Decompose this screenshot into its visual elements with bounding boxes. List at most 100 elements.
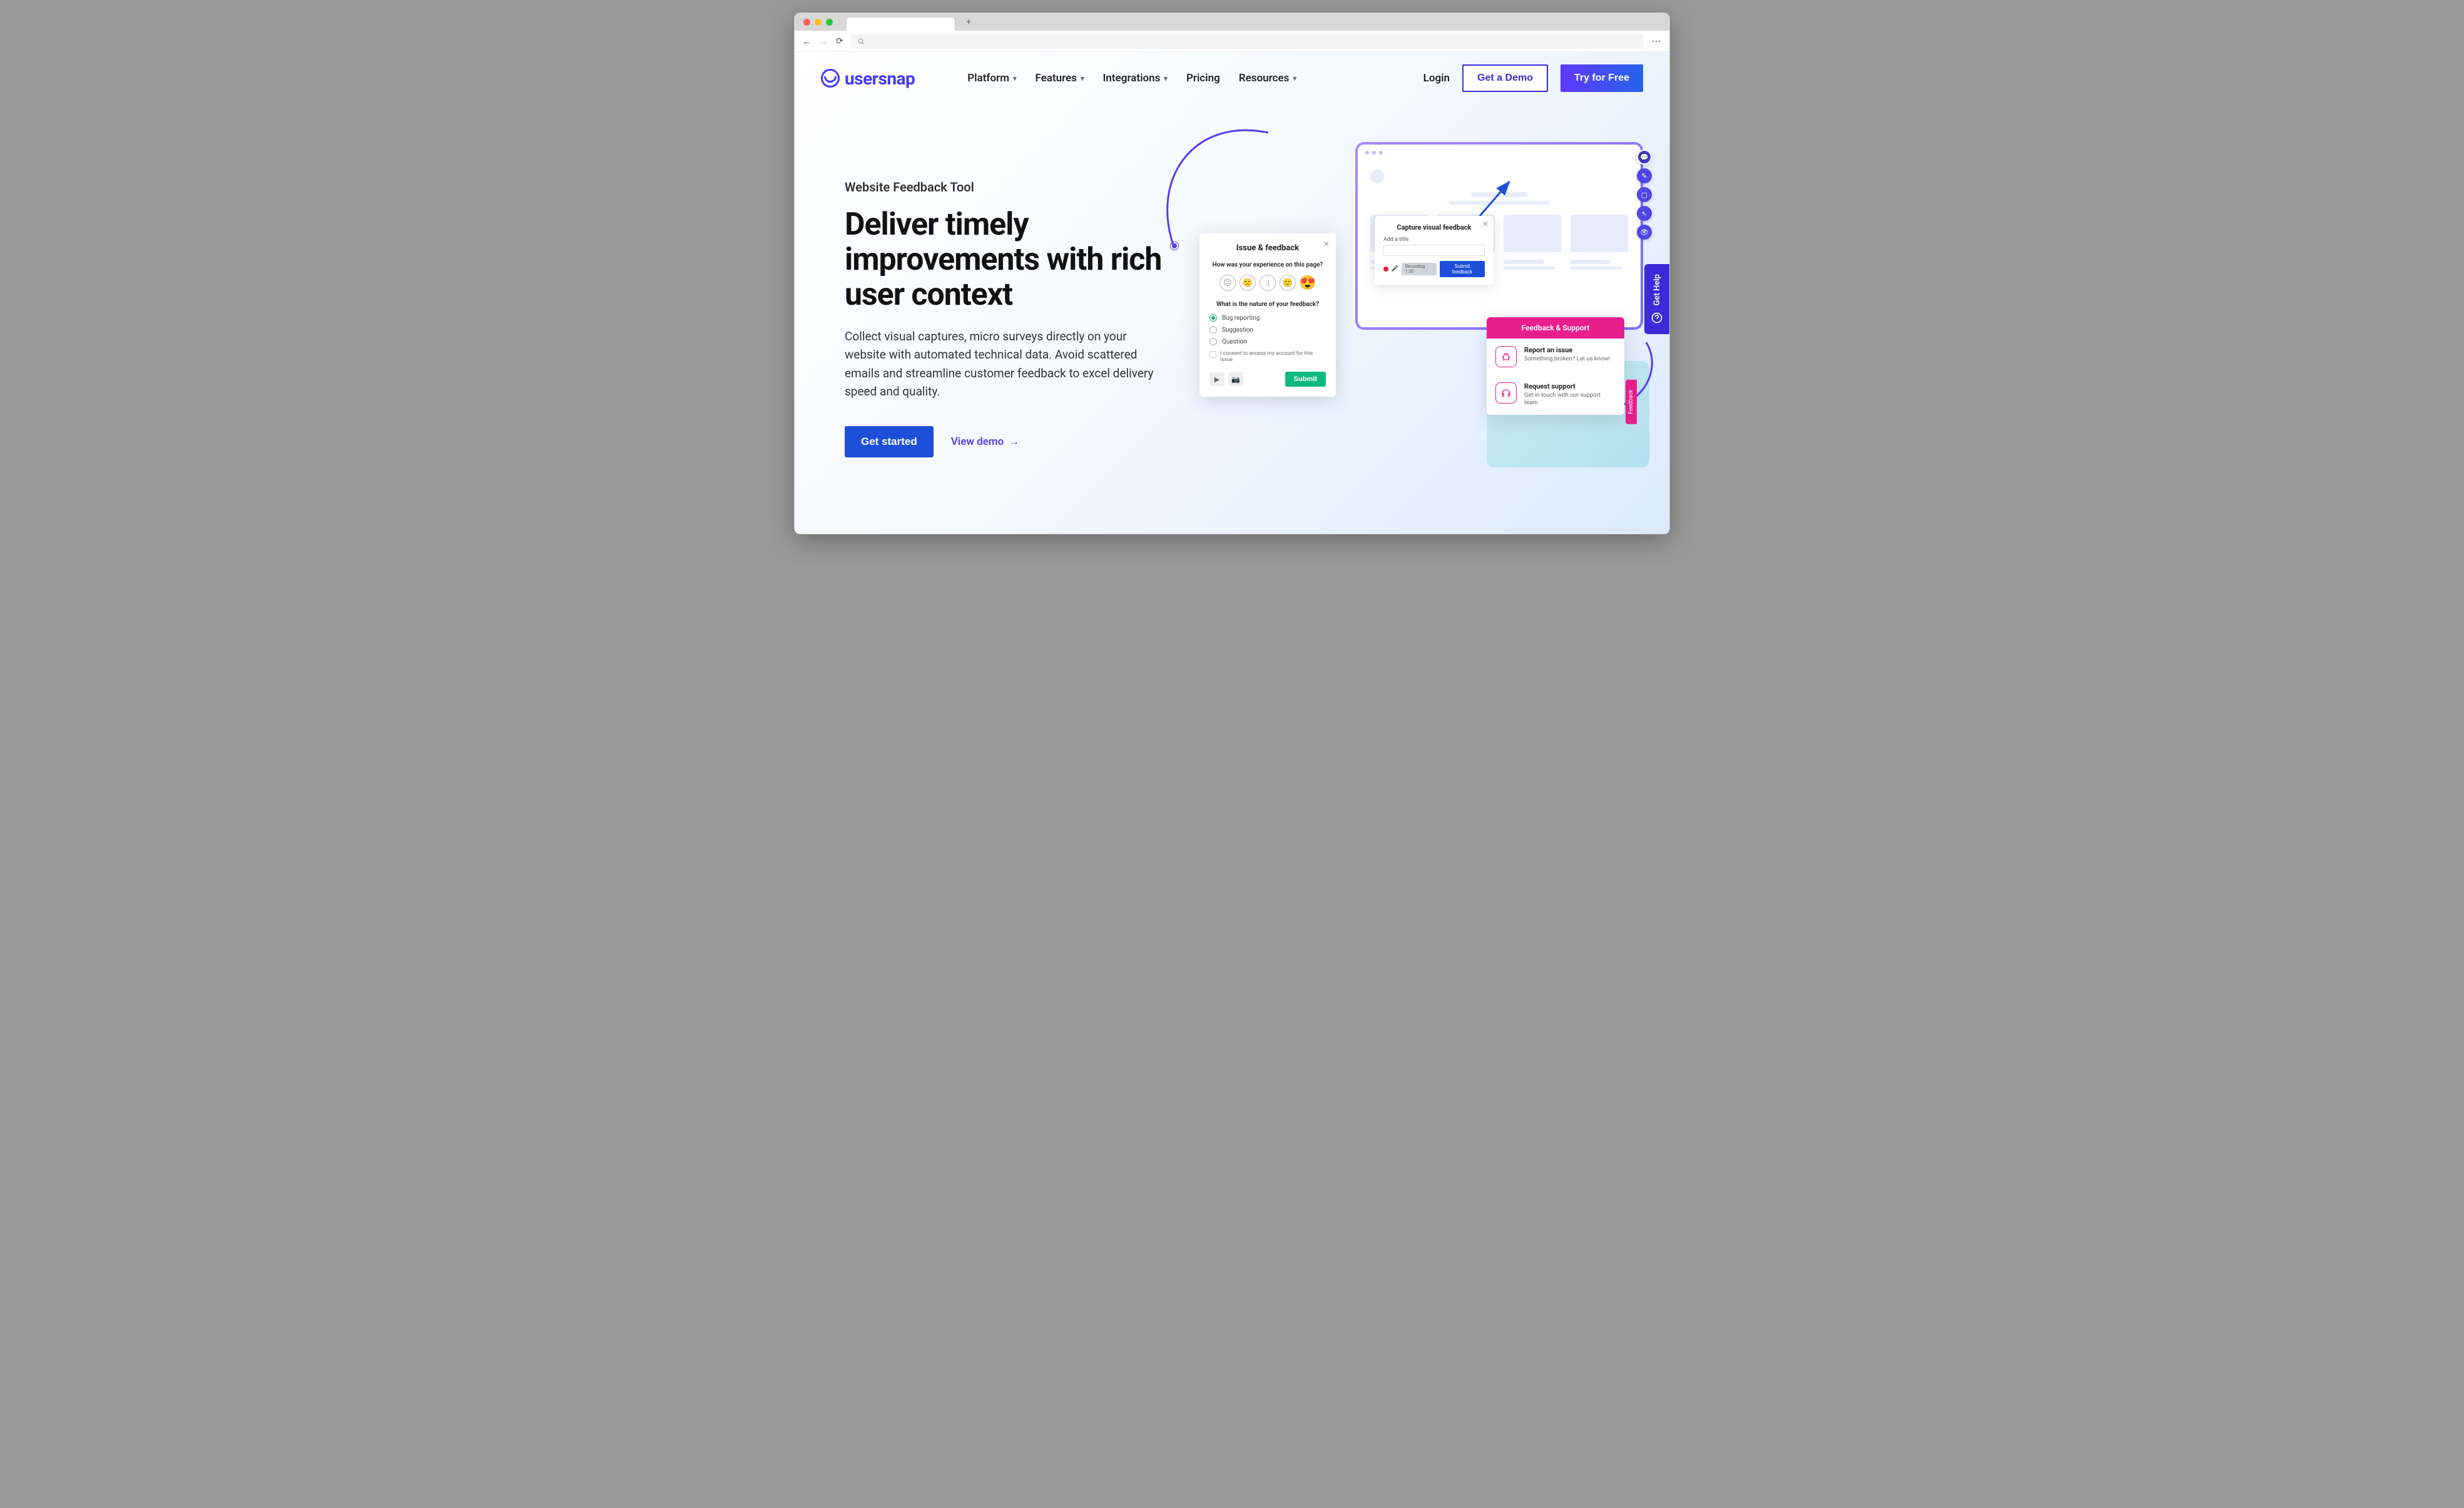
rating-sad-icon[interactable]: 🙁 xyxy=(1240,275,1256,291)
annotation-toolbar: 💬 ✎ ▢ ↖ 👁 xyxy=(1637,150,1652,240)
browser-tab-bar: + xyxy=(795,13,1669,31)
chevron-down-icon: ▾ xyxy=(1164,74,1168,83)
close-icon[interactable]: ✕ xyxy=(1482,220,1489,228)
nav-resources[interactable]: Resources▾ xyxy=(1239,72,1296,84)
mock-dot-icon xyxy=(1379,151,1383,155)
new-tab-icon[interactable]: + xyxy=(966,17,971,27)
popup-footer: ▶ 📷 Submit xyxy=(1209,372,1326,387)
consent-checkbox[interactable]: I consent to access my account for this … xyxy=(1209,350,1326,363)
popup-header: Feedback & Support xyxy=(1487,317,1624,339)
arrow-right-icon: → xyxy=(1009,436,1019,448)
hero-actions: Get started View demo→ xyxy=(845,426,1212,457)
hero-visual: 💬 ✎ ▢ ↖ 👁 ✕ Capture visual feedback Add … xyxy=(1224,142,1643,492)
radio-icon xyxy=(1209,338,1217,345)
headset-icon xyxy=(1495,382,1517,404)
view-demo-link[interactable]: View demo→ xyxy=(951,436,1020,448)
more-menu-icon[interactable]: ⋯ xyxy=(1651,35,1662,47)
browser-window: + ← → ⟳ ⋯ usersnap Platform▾ Features▾ I… xyxy=(794,13,1670,534)
support-icon xyxy=(1651,312,1663,324)
capture-actions: 🎤 Recording 1:35 Submit feedback xyxy=(1383,261,1485,277)
rating-angry-icon[interactable]: ☹ xyxy=(1219,275,1236,291)
bug-icon xyxy=(1495,346,1517,367)
chevron-down-icon: ▾ xyxy=(1293,74,1296,83)
window-maximize-icon[interactable] xyxy=(826,19,833,26)
rating-happy-icon[interactable]: 🙂 xyxy=(1280,275,1296,291)
title-input[interactable] xyxy=(1383,245,1485,256)
mock-dot-icon xyxy=(1372,151,1376,155)
page-content: usersnap Platform▾ Features▾ Integration… xyxy=(795,52,1669,534)
mock-dot-icon xyxy=(1365,151,1369,155)
hero-title: Deliver timely improvements with rich us… xyxy=(845,207,1212,312)
try-free-button[interactable]: Try for Free xyxy=(1560,64,1643,92)
get-help-tab[interactable]: Get Help xyxy=(1644,264,1669,334)
item-desc: Get in touch with our support team. xyxy=(1524,392,1616,407)
nav-integrations[interactable]: Integrations▾ xyxy=(1103,72,1168,84)
rating-row: ☹ 🙁 :| 🙂 😍 xyxy=(1209,275,1326,291)
camera-icon[interactable]: 📷 xyxy=(1228,372,1243,386)
mock-browser-bar xyxy=(1358,145,1641,161)
site-header: usersnap Platform▾ Features▾ Integration… xyxy=(795,52,1669,104)
square-tool-icon[interactable]: ▢ xyxy=(1637,187,1652,202)
hero-section: Website Feedback Tool Deliver timely imp… xyxy=(795,104,1669,517)
recording-chip: Recording 1:35 xyxy=(1402,263,1437,275)
report-issue-item[interactable]: Report an issue Something broken? Let us… xyxy=(1487,339,1624,375)
video-icon[interactable]: ▶ xyxy=(1209,372,1224,386)
browser-toolbar: ← → ⟳ ⋯ xyxy=(795,31,1669,52)
issue-feedback-popup: ✕ Issue & feedback How was your experien… xyxy=(1199,233,1336,397)
checkbox-icon xyxy=(1209,351,1216,358)
hero-description: Collect visual captures, micro surveys d… xyxy=(845,327,1164,401)
question-label: What is the nature of your feedback? xyxy=(1209,301,1326,308)
close-icon[interactable]: ✕ xyxy=(1323,240,1330,248)
request-support-item[interactable]: Request support Get in touch with our su… xyxy=(1487,375,1624,415)
chevron-down-icon: ▾ xyxy=(1081,74,1084,83)
capture-feedback-popup: ✕ Capture visual feedback Add a title 🎤 … xyxy=(1375,216,1494,285)
logo-mark-icon xyxy=(821,69,840,88)
item-title: Report an issue xyxy=(1524,346,1610,354)
mic-icon[interactable]: 🎤 xyxy=(1392,266,1398,272)
feedback-support-popup: Feedback & Support Report an issue Somet… xyxy=(1487,317,1624,415)
record-icon[interactable] xyxy=(1383,267,1388,272)
popup-title: Issue & feedback xyxy=(1209,243,1326,253)
window-minimize-icon[interactable] xyxy=(815,19,822,26)
window-close-icon[interactable] xyxy=(803,19,810,26)
decorative-dot-icon xyxy=(1171,242,1178,250)
rating-love-icon[interactable]: 😍 xyxy=(1300,275,1316,291)
logo[interactable]: usersnap xyxy=(821,68,915,89)
item-desc: Something broken? Let us know! xyxy=(1524,355,1610,363)
chevron-down-icon: ▾ xyxy=(1013,74,1017,83)
get-started-button[interactable]: Get started xyxy=(845,426,934,457)
header-actions: Login Get a Demo Try for Free xyxy=(1423,64,1643,92)
question-label: How was your experience on this page? xyxy=(1209,262,1326,268)
hero-text: Website Feedback Tool Deliver timely imp… xyxy=(845,142,1212,492)
submit-feedback-button[interactable]: Submit feedback xyxy=(1440,261,1485,277)
url-bar[interactable] xyxy=(851,34,1644,49)
radio-question[interactable]: Question xyxy=(1209,338,1326,345)
radio-bug-reporting[interactable]: Bug reporting xyxy=(1209,314,1326,322)
back-icon[interactable]: ← xyxy=(802,36,812,47)
nav-features[interactable]: Features▾ xyxy=(1036,72,1084,84)
submit-button[interactable]: Submit xyxy=(1285,372,1326,387)
feedback-side-tab[interactable]: Feedback xyxy=(1626,380,1637,424)
hero-eyebrow: Website Feedback Tool xyxy=(845,180,1212,195)
radio-suggestion[interactable]: Suggestion xyxy=(1209,326,1326,334)
forward-icon: → xyxy=(819,36,828,47)
radio-icon xyxy=(1209,314,1217,322)
comment-tool-icon[interactable]: 💬 xyxy=(1637,150,1652,165)
reload-icon[interactable]: ⟳ xyxy=(836,36,843,46)
radio-icon xyxy=(1209,326,1217,334)
login-link[interactable]: Login xyxy=(1423,72,1450,84)
popup-title: Capture visual feedback xyxy=(1383,223,1485,232)
rating-neutral-icon[interactable]: :| xyxy=(1260,275,1276,291)
browser-tab[interactable] xyxy=(846,17,955,31)
nav-platform[interactable]: Platform▾ xyxy=(967,72,1016,84)
get-demo-button[interactable]: Get a Demo xyxy=(1462,64,1548,92)
help-tab-label: Get Help xyxy=(1652,274,1662,305)
item-title: Request support xyxy=(1524,382,1616,390)
arrow-tool-icon[interactable]: ↖ xyxy=(1637,206,1652,221)
nav-pricing[interactable]: Pricing xyxy=(1186,72,1220,84)
search-icon xyxy=(857,38,865,45)
logo-text: usersnap xyxy=(845,68,915,89)
main-nav: Platform▾ Features▾ Integrations▾ Pricin… xyxy=(967,72,1296,84)
hide-tool-icon[interactable]: 👁 xyxy=(1637,225,1652,240)
pen-tool-icon[interactable]: ✎ xyxy=(1637,168,1652,183)
